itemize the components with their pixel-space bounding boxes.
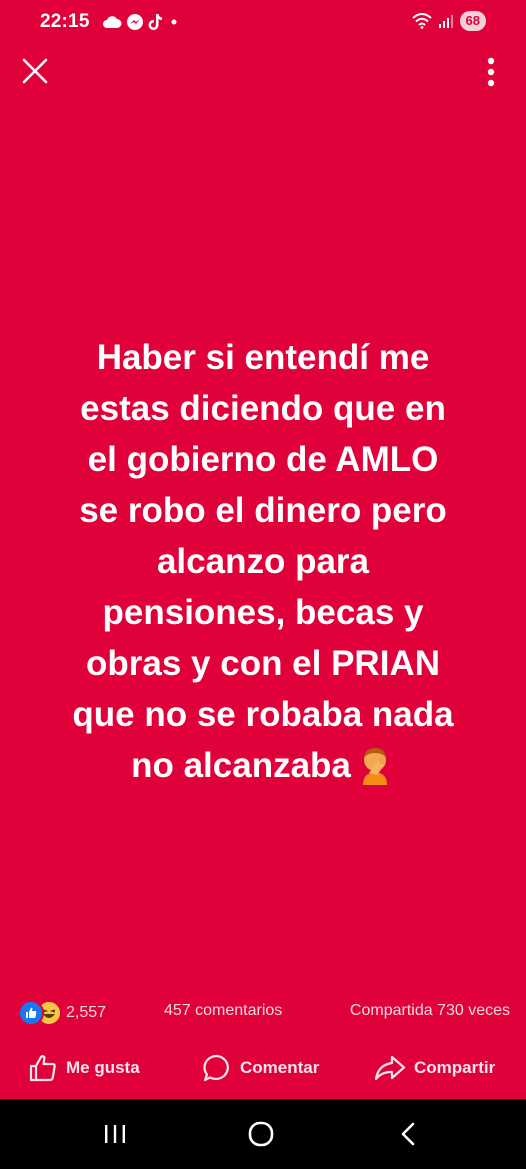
status-bar: 22:15 68 bbox=[0, 0, 526, 44]
home-icon bbox=[248, 1121, 274, 1147]
navigation-bar bbox=[0, 1099, 526, 1169]
like-reaction-icon bbox=[18, 1000, 44, 1026]
messenger-icon bbox=[127, 14, 143, 30]
reaction-count: 2,557 bbox=[66, 1004, 107, 1021]
share-button[interactable]: Compartir bbox=[374, 1046, 495, 1090]
action-bar: Me gusta Comentar Compartir bbox=[0, 1046, 526, 1090]
comment-button[interactable]: Comentar bbox=[202, 1046, 319, 1090]
engagement-stats: 2,557 457 comentarios Compartida 730 vec… bbox=[18, 998, 510, 1026]
back-button[interactable] bbox=[394, 1119, 424, 1149]
back-icon bbox=[401, 1122, 415, 1146]
dot-icon bbox=[171, 19, 177, 25]
signal-icon bbox=[438, 15, 453, 28]
tiktok-icon bbox=[148, 14, 162, 30]
thumbs-up-icon bbox=[29, 1055, 56, 1082]
wifi-icon bbox=[411, 13, 432, 29]
close-button[interactable] bbox=[20, 56, 50, 86]
battery-indicator: 68 bbox=[459, 11, 486, 31]
close-icon bbox=[22, 58, 48, 84]
notification-icons bbox=[102, 12, 180, 32]
post-text: Haber si entendí me estas diciendo que e… bbox=[30, 332, 496, 791]
shares-count[interactable]: Compartida 730 veces bbox=[350, 1002, 510, 1020]
share-label: Compartir bbox=[414, 1058, 496, 1077]
status-time: 22:15 bbox=[40, 11, 90, 32]
comment-label: Comentar bbox=[240, 1058, 320, 1077]
facepalm-emoji bbox=[362, 748, 387, 785]
reactions-summary[interactable]: 2,557 bbox=[18, 1000, 106, 1026]
recent-apps-icon bbox=[105, 1125, 125, 1143]
like-label: Me gusta bbox=[66, 1058, 140, 1077]
comment-icon bbox=[203, 1054, 229, 1082]
recent-apps-button[interactable] bbox=[100, 1119, 130, 1149]
home-button[interactable] bbox=[246, 1119, 276, 1149]
like-button[interactable]: Me gusta bbox=[28, 1046, 140, 1090]
more-options-button[interactable] bbox=[476, 56, 506, 90]
system-icons: 68 bbox=[411, 10, 486, 32]
more-vertical-icon bbox=[487, 57, 495, 87]
post-text-content: Haber si entendí me estas diciendo que e… bbox=[72, 338, 454, 785]
comments-count[interactable]: 457 comentarios bbox=[164, 1002, 282, 1020]
cloud-icon bbox=[103, 16, 122, 28]
share-icon bbox=[374, 1055, 406, 1081]
